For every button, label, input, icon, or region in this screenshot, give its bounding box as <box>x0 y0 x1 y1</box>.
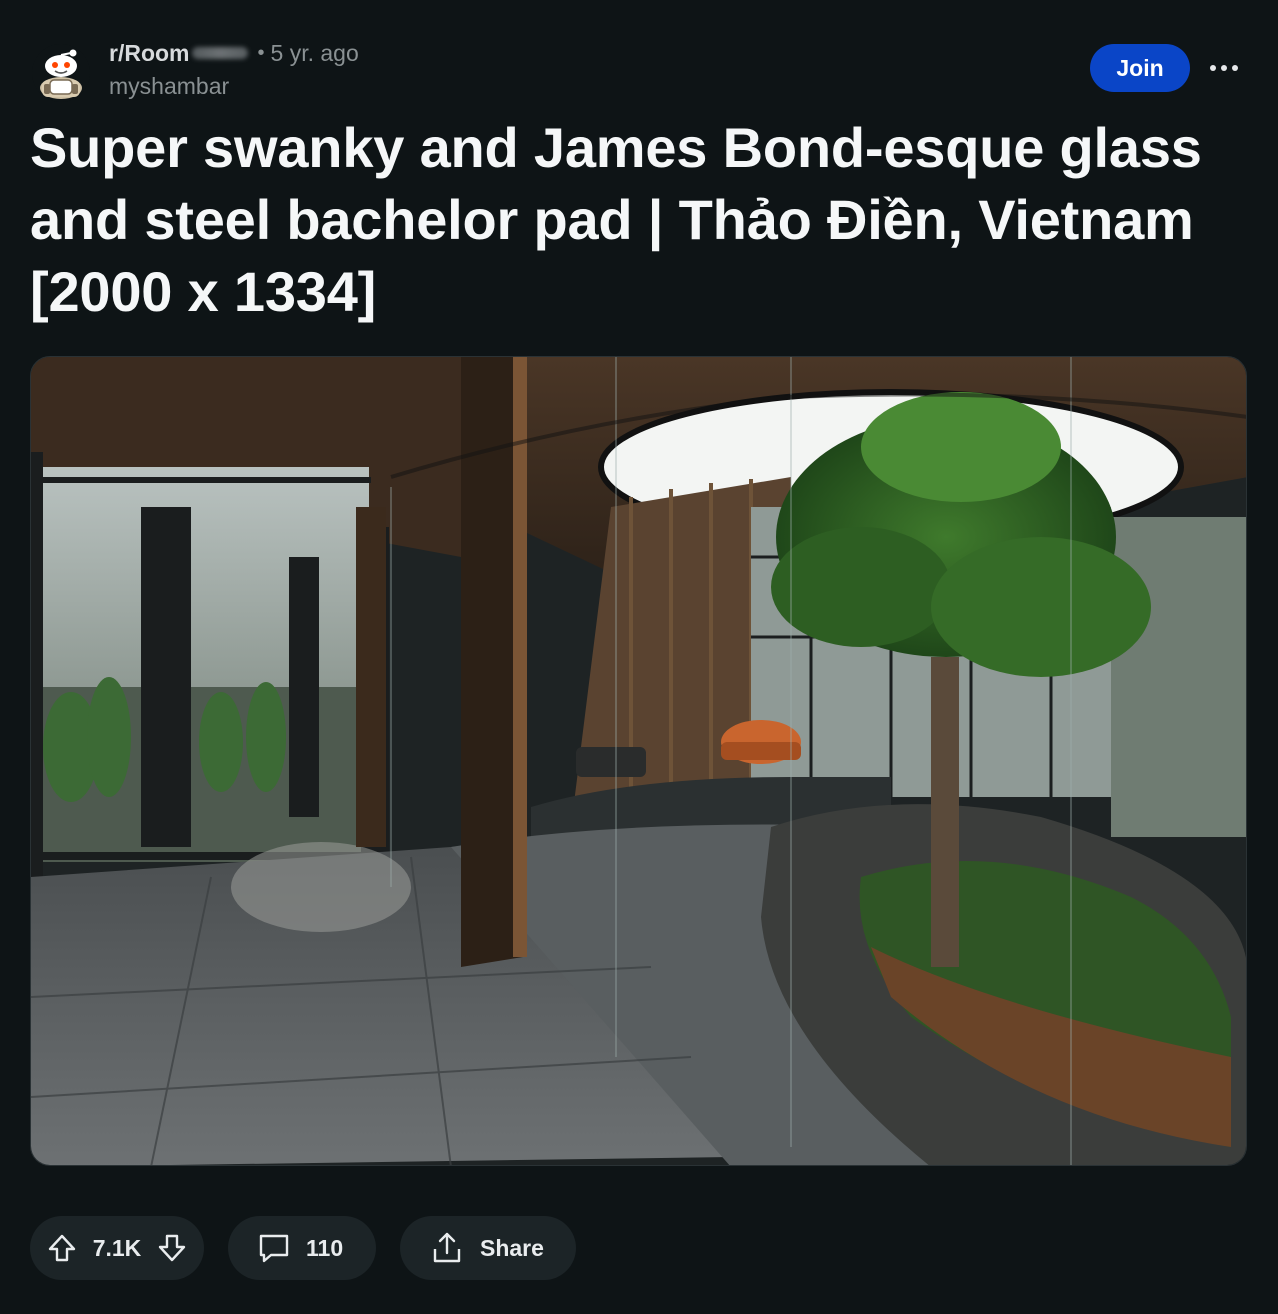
post-header: r/Room • 5 yr. ago myshambar Join <box>32 36 1246 102</box>
separator-dot: • <box>257 41 265 64</box>
interior-photo <box>31 357 1246 1165</box>
post-author[interactable]: myshambar <box>109 73 359 100</box>
more-dot <box>1232 65 1238 71</box>
vote-control: 7.1K <box>30 1216 204 1280</box>
more-dot <box>1210 65 1216 71</box>
upvote-icon[interactable] <box>46 1232 78 1264</box>
downvote-icon[interactable] <box>156 1232 188 1264</box>
post-time: 5 yr. ago <box>270 39 359 66</box>
more-dot <box>1221 65 1227 71</box>
post-image[interactable] <box>30 356 1247 1166</box>
post-title[interactable]: Super swanky and James Bond-esque glass … <box>30 112 1250 328</box>
subreddit-avatar[interactable] <box>32 44 90 102</box>
comment-icon <box>256 1230 292 1266</box>
vote-count: 7.1K <box>92 1234 142 1261</box>
subreddit-name[interactable]: r/Room <box>109 40 190 67</box>
post-actions: 7.1K 110 Share <box>30 1216 576 1280</box>
redacted-subreddit-suffix <box>191 47 248 59</box>
comments-button[interactable]: 110 <box>228 1216 376 1280</box>
comment-count: 110 <box>306 1234 344 1261</box>
share-label: Share <box>480 1234 544 1261</box>
share-button[interactable]: Share <box>400 1216 576 1280</box>
more-options-icon[interactable] <box>1202 52 1246 84</box>
share-icon <box>428 1229 466 1267</box>
snoo-avatar-icon <box>32 44 90 102</box>
post-meta: r/Room • 5 yr. ago myshambar <box>109 40 359 100</box>
join-button[interactable]: Join <box>1090 44 1190 92</box>
subreddit-line: r/Room • 5 yr. ago <box>109 40 359 66</box>
